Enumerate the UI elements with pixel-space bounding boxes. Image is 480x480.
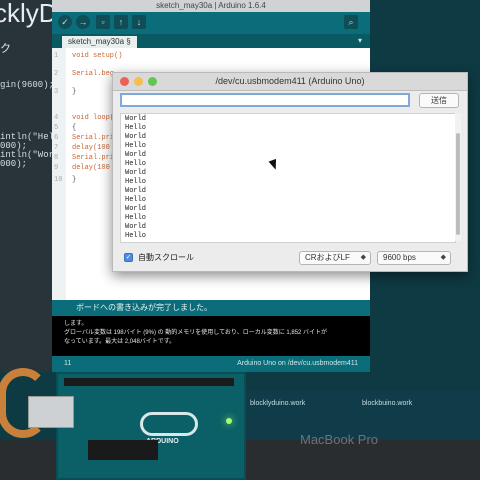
arduino-window-title: sketch_may30a | Arduino 1.6.4 <box>52 0 370 12</box>
tab-menu-icon[interactable]: ▾ <box>358 36 362 45</box>
baud-rate-select[interactable]: 9600 bps ◆ <box>377 251 451 265</box>
serial-monitor-titlebar: /dev/cu.usbmodem411 (Arduino Uno) <box>113 73 467 91</box>
output-line: World <box>125 187 147 195</box>
serial-monitor-title: /dev/cu.usbmodem411 (Arduino Uno) <box>215 76 365 86</box>
upload-status: ボードへの書き込みが完了しました。 <box>52 300 370 316</box>
code-line: { <box>72 124 77 132</box>
upload-button[interactable]: → <box>76 15 90 29</box>
autoscroll-label: 自動スクロール <box>138 253 194 262</box>
chevron-down-icon: ◆ <box>440 254 446 261</box>
line-number: 7 <box>54 144 59 152</box>
line-number: 3 <box>54 88 59 96</box>
console-line: グローバル変数は 198バイト (9%) の 動的メモリを使用しており、ローカル… <box>64 330 328 336</box>
line-number: 8 <box>54 154 59 162</box>
footer-line-number: 11 <box>64 360 72 367</box>
serial-monitor-footer: ✓ 自動スクロール CRおよびLF ◆ 9600 bps ◆ <box>113 247 467 271</box>
output-line: Hello <box>125 178 147 186</box>
code-line: Serial.pri <box>72 154 115 162</box>
send-button[interactable]: 送信 <box>419 93 459 108</box>
output-line: Hello <box>125 214 147 222</box>
arduino-tabbar: sketch_may30a § ▾ <box>52 34 370 48</box>
output-line: Hello <box>125 196 147 204</box>
output-scrollbar[interactable] <box>455 113 461 241</box>
code-line: delay(100 <box>72 164 110 172</box>
serial-monitor-button[interactable]: ⌕ <box>344 15 358 29</box>
line-number: 5 <box>54 124 59 132</box>
output-line: Hello <box>125 124 147 132</box>
background-title: cklyD <box>0 0 58 28</box>
dock-label[interactable]: blockbuino.work <box>362 400 412 407</box>
arduino-footer: 11 Arduino Uno on /dev/cu.usbmodem411 <box>52 356 370 372</box>
output-line: World <box>125 169 147 177</box>
scrollbar-thumb[interactable] <box>456 133 460 235</box>
laptop-brand: MacBook Pro <box>300 432 379 447</box>
code-line: Serial.beg <box>72 70 115 78</box>
line-number-gutter <box>52 48 66 300</box>
output-line: World <box>125 133 147 141</box>
background-window: cklyD ク gin(9600); intln("Hello"); 000);… <box>0 0 81 372</box>
background-menu-glyph: ク <box>0 43 11 55</box>
arduino-board: ARDUINO <box>28 372 246 480</box>
line-ending-select[interactable]: CRおよびLF ◆ <box>299 251 371 265</box>
pin-header <box>64 378 234 386</box>
tab-sketch[interactable]: sketch_may30a § <box>62 36 137 48</box>
code-line: Serial.pri <box>72 134 115 142</box>
output-line: Hello <box>125 232 147 240</box>
console-output: します。 グローバル変数は 198バイト (9%) の 動的メモリを使用しており… <box>52 316 370 356</box>
arduino-logo-icon <box>140 412 198 436</box>
code-line: } <box>72 176 77 184</box>
background-code-line: gin(9600); <box>0 80 55 90</box>
chevron-down-icon: ◆ <box>360 254 366 261</box>
line-number: 2 <box>54 70 59 78</box>
line-number: 4 <box>54 114 59 122</box>
serial-monitor-window: /dev/cu.usbmodem411 (Arduino Uno) 送信 Wor… <box>112 72 468 272</box>
line-number: 10 <box>54 176 63 184</box>
arduino-toolbar: ✓ → ▫ ↑ ↓ ⌕ <box>52 12 370 34</box>
footer-board-port: Arduino Uno on /dev/cu.usbmodem411 <box>237 360 358 367</box>
code-line: delay(100 <box>72 144 110 152</box>
output-line: Hello <box>125 142 147 150</box>
save-button[interactable]: ↓ <box>132 15 146 29</box>
open-button[interactable]: ↑ <box>114 15 128 29</box>
background-code-line: 000); <box>0 159 28 169</box>
autoscroll-checkbox[interactable]: ✓ <box>124 253 133 262</box>
console-line: なっています。最大は 2,048バイトです。 <box>64 339 176 345</box>
line-ending-value: CRおよびLF <box>305 253 350 262</box>
line-number: 9 <box>54 164 59 172</box>
output-line: World <box>125 223 147 231</box>
serial-input-field[interactable] <box>120 93 410 107</box>
microcontroller-chip <box>88 440 158 460</box>
line-number: 6 <box>54 134 59 142</box>
new-button[interactable]: ▫ <box>96 15 110 29</box>
baud-rate-value: 9600 bps <box>383 253 416 262</box>
dock-label[interactable]: blocklyduino.work <box>250 400 305 407</box>
serial-output: World Hello World Hello World Hello Worl… <box>120 113 456 243</box>
output-line: World <box>125 205 147 213</box>
usb-port <box>28 396 74 428</box>
line-number: 1 <box>54 52 59 60</box>
power-led-icon <box>226 418 232 424</box>
code-line: void setup() <box>72 52 123 60</box>
output-line: Hello <box>125 160 147 168</box>
output-line: World <box>125 151 147 159</box>
verify-button[interactable]: ✓ <box>58 15 72 29</box>
output-line: World <box>125 115 147 123</box>
code-line: } <box>72 88 77 96</box>
console-line: します。 <box>64 321 88 327</box>
